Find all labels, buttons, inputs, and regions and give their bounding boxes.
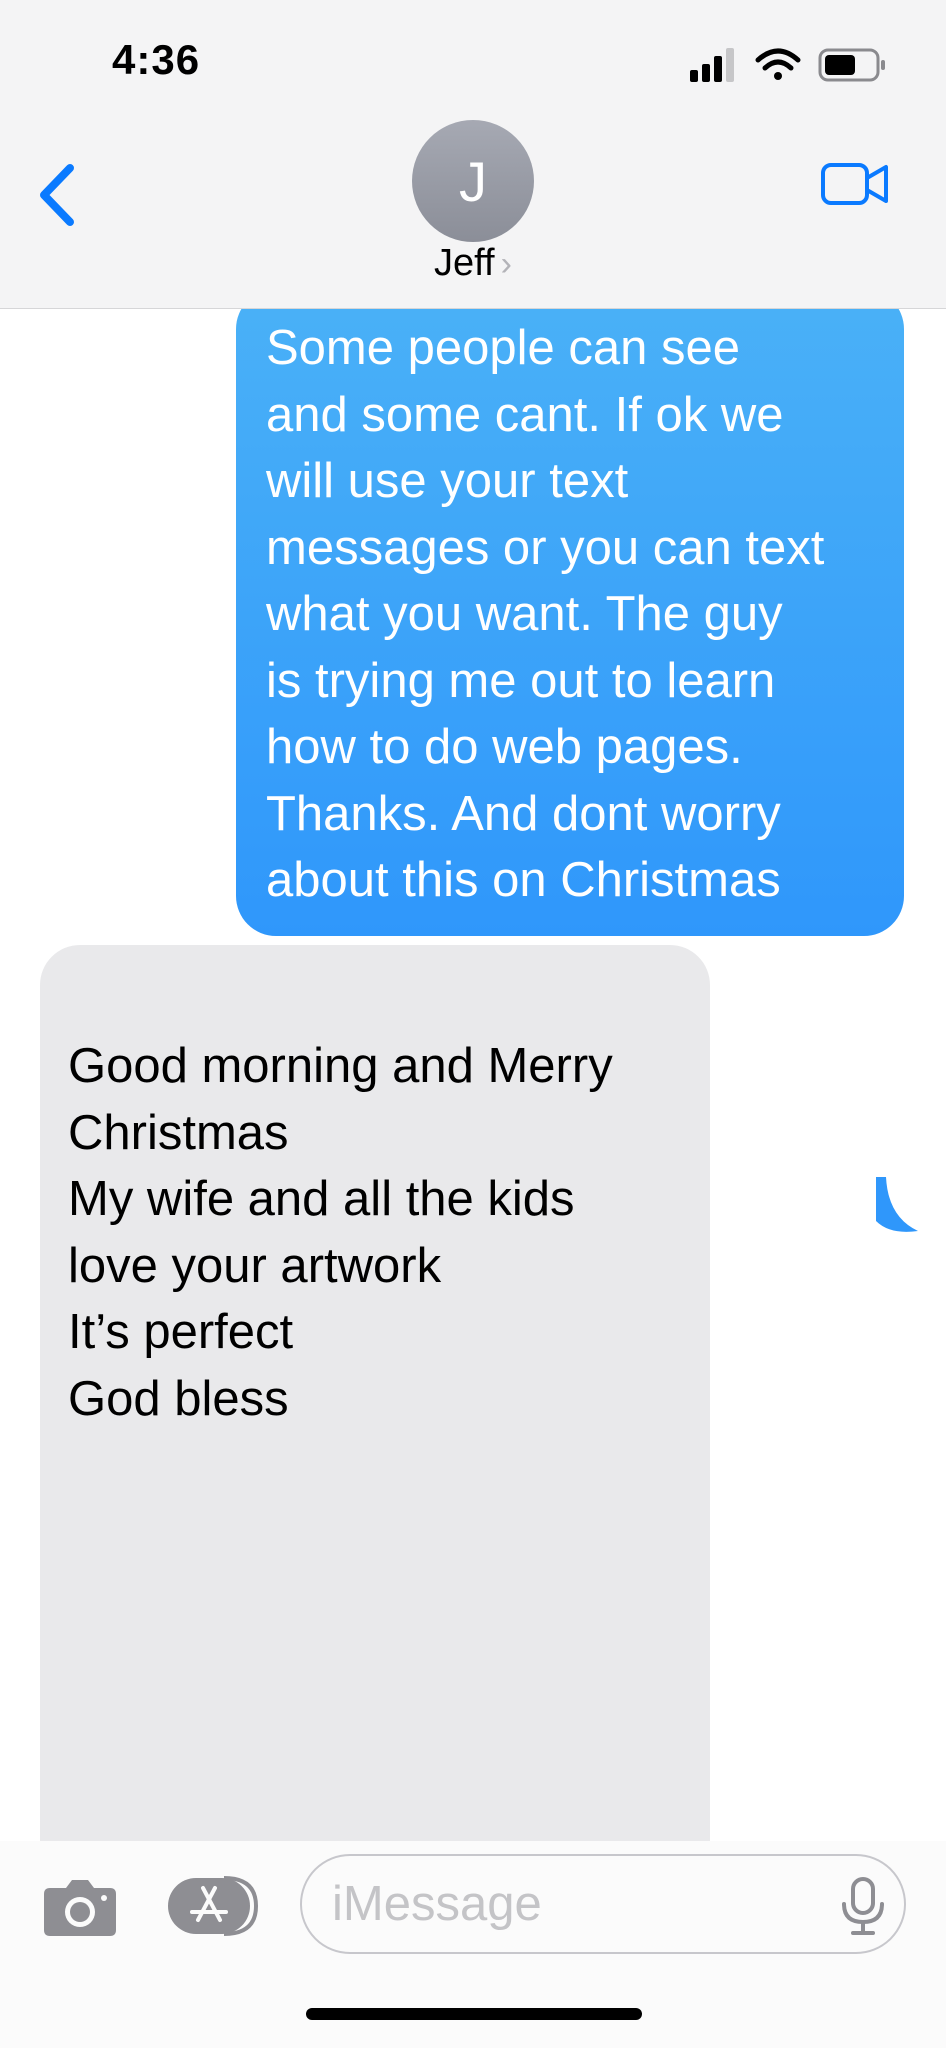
video-camera-icon	[821, 163, 888, 205]
contact-name: Jeff	[434, 242, 495, 284]
back-chevron-icon	[40, 164, 74, 226]
outgoing-message-bubble[interactable]: Some people can see and some cant. If ok…	[236, 309, 904, 936]
message-thread[interactable]: Some people can see and some cant. If ok…	[0, 309, 946, 1841]
signal-icon	[690, 48, 734, 82]
app-store-button[interactable]	[166, 1874, 262, 1938]
camera-icon	[44, 1880, 116, 1936]
bubble-tail	[876, 1177, 918, 1232]
imessage-input[interactable]: iMessage	[300, 1854, 906, 1954]
message-line: how to do web pages.	[266, 720, 743, 774]
message-line: Christmas	[68, 1105, 289, 1160]
message-line: is trying me out to learn	[266, 653, 776, 708]
home-indicator[interactable]	[306, 2008, 642, 2020]
app-store-icon	[168, 1876, 259, 1936]
battery-icon	[818, 48, 885, 82]
message-line: Some people can see	[266, 321, 740, 375]
contact-name-button[interactable]: Jeff ›	[0, 242, 946, 285]
camera-button[interactable]	[42, 1876, 118, 1938]
back-button[interactable]	[34, 160, 84, 230]
incoming-message-bubble[interactable]: Good morning and Merry Christmas My wife…	[40, 945, 710, 1841]
message-line: It’s perfect	[68, 1305, 294, 1359]
conversation-header: 4:36 J Jeff ›	[0, 0, 946, 309]
status-time: 4:36	[112, 36, 201, 83]
message-line: My wife and all the kids	[68, 1172, 575, 1226]
facetime-video-button[interactable]	[820, 160, 890, 208]
message-line: and some cant. If ok we	[266, 387, 784, 442]
message-line: love your artwork	[68, 1238, 442, 1293]
message-line: will use your text	[266, 454, 629, 508]
avatar[interactable]: J	[412, 120, 534, 242]
message-line: messages or you can text	[266, 520, 825, 575]
wifi-icon	[755, 48, 801, 80]
message-line: God bless	[68, 1371, 289, 1426]
message-line: Thanks. And dont worry	[266, 786, 781, 841]
status-icons	[690, 48, 885, 82]
chevron-right-icon: ›	[500, 245, 512, 283]
avatar-initial: J	[459, 149, 487, 213]
microphone-button[interactable]	[838, 1876, 888, 1936]
message-line: about this on Christmas	[266, 853, 781, 907]
message-line: what you want. The guy	[266, 587, 783, 641]
message-line: Good morning and Merry	[68, 1039, 613, 1093]
microphone-icon	[842, 1877, 884, 1935]
imessage-input-placeholder: iMessage	[332, 1877, 542, 1931]
